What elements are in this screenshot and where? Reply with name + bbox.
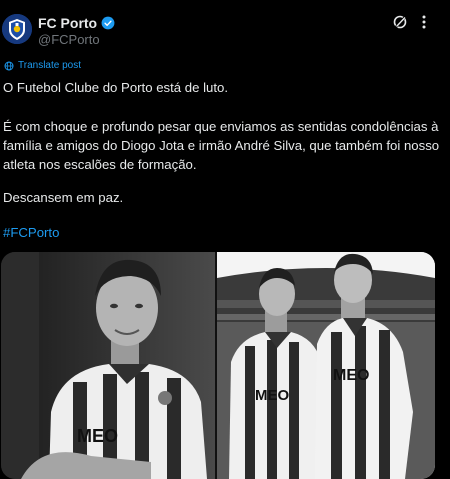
brothers-photo-image: MEO MEO xyxy=(217,252,435,479)
photo-right[interactable]: MEO MEO xyxy=(217,252,435,479)
player-portrait-image: MEO xyxy=(1,252,215,479)
tweet-paragraph: Descansem em paz. xyxy=(3,190,124,205)
translate-label: Translate post xyxy=(18,60,81,71)
account-handle[interactable]: @FCPorto xyxy=(38,32,100,47)
globe-icon xyxy=(4,61,14,71)
shirt-sponsor-right-a: MEO xyxy=(255,387,290,404)
fc-porto-crest xyxy=(2,14,32,44)
grok-icon[interactable] xyxy=(392,14,408,30)
tweet-paragraph: O Futebol Clube do Porto está de luto. xyxy=(3,80,229,95)
display-name[interactable]: FC Porto xyxy=(38,15,97,31)
post-header: FC Porto @FCPorto xyxy=(0,0,450,56)
name-row: FC Porto xyxy=(38,15,115,31)
translate-post-link[interactable]: Translate post xyxy=(4,60,81,71)
shirt-sponsor-right-b: MEO xyxy=(333,367,369,384)
tweet-paragraph: É com choque e profundo pesar que enviam… xyxy=(3,119,440,172)
more-icon[interactable] xyxy=(417,14,431,30)
verified-badge-icon xyxy=(101,16,115,30)
shirt-sponsor-left: MEO xyxy=(77,426,118,446)
profile-avatar[interactable] xyxy=(2,14,32,44)
photo-left[interactable]: MEO xyxy=(1,252,215,479)
hashtag-link[interactable]: #FCPorto xyxy=(3,223,447,242)
tweet-media[interactable]: MEO MEO MEO xyxy=(1,252,435,479)
